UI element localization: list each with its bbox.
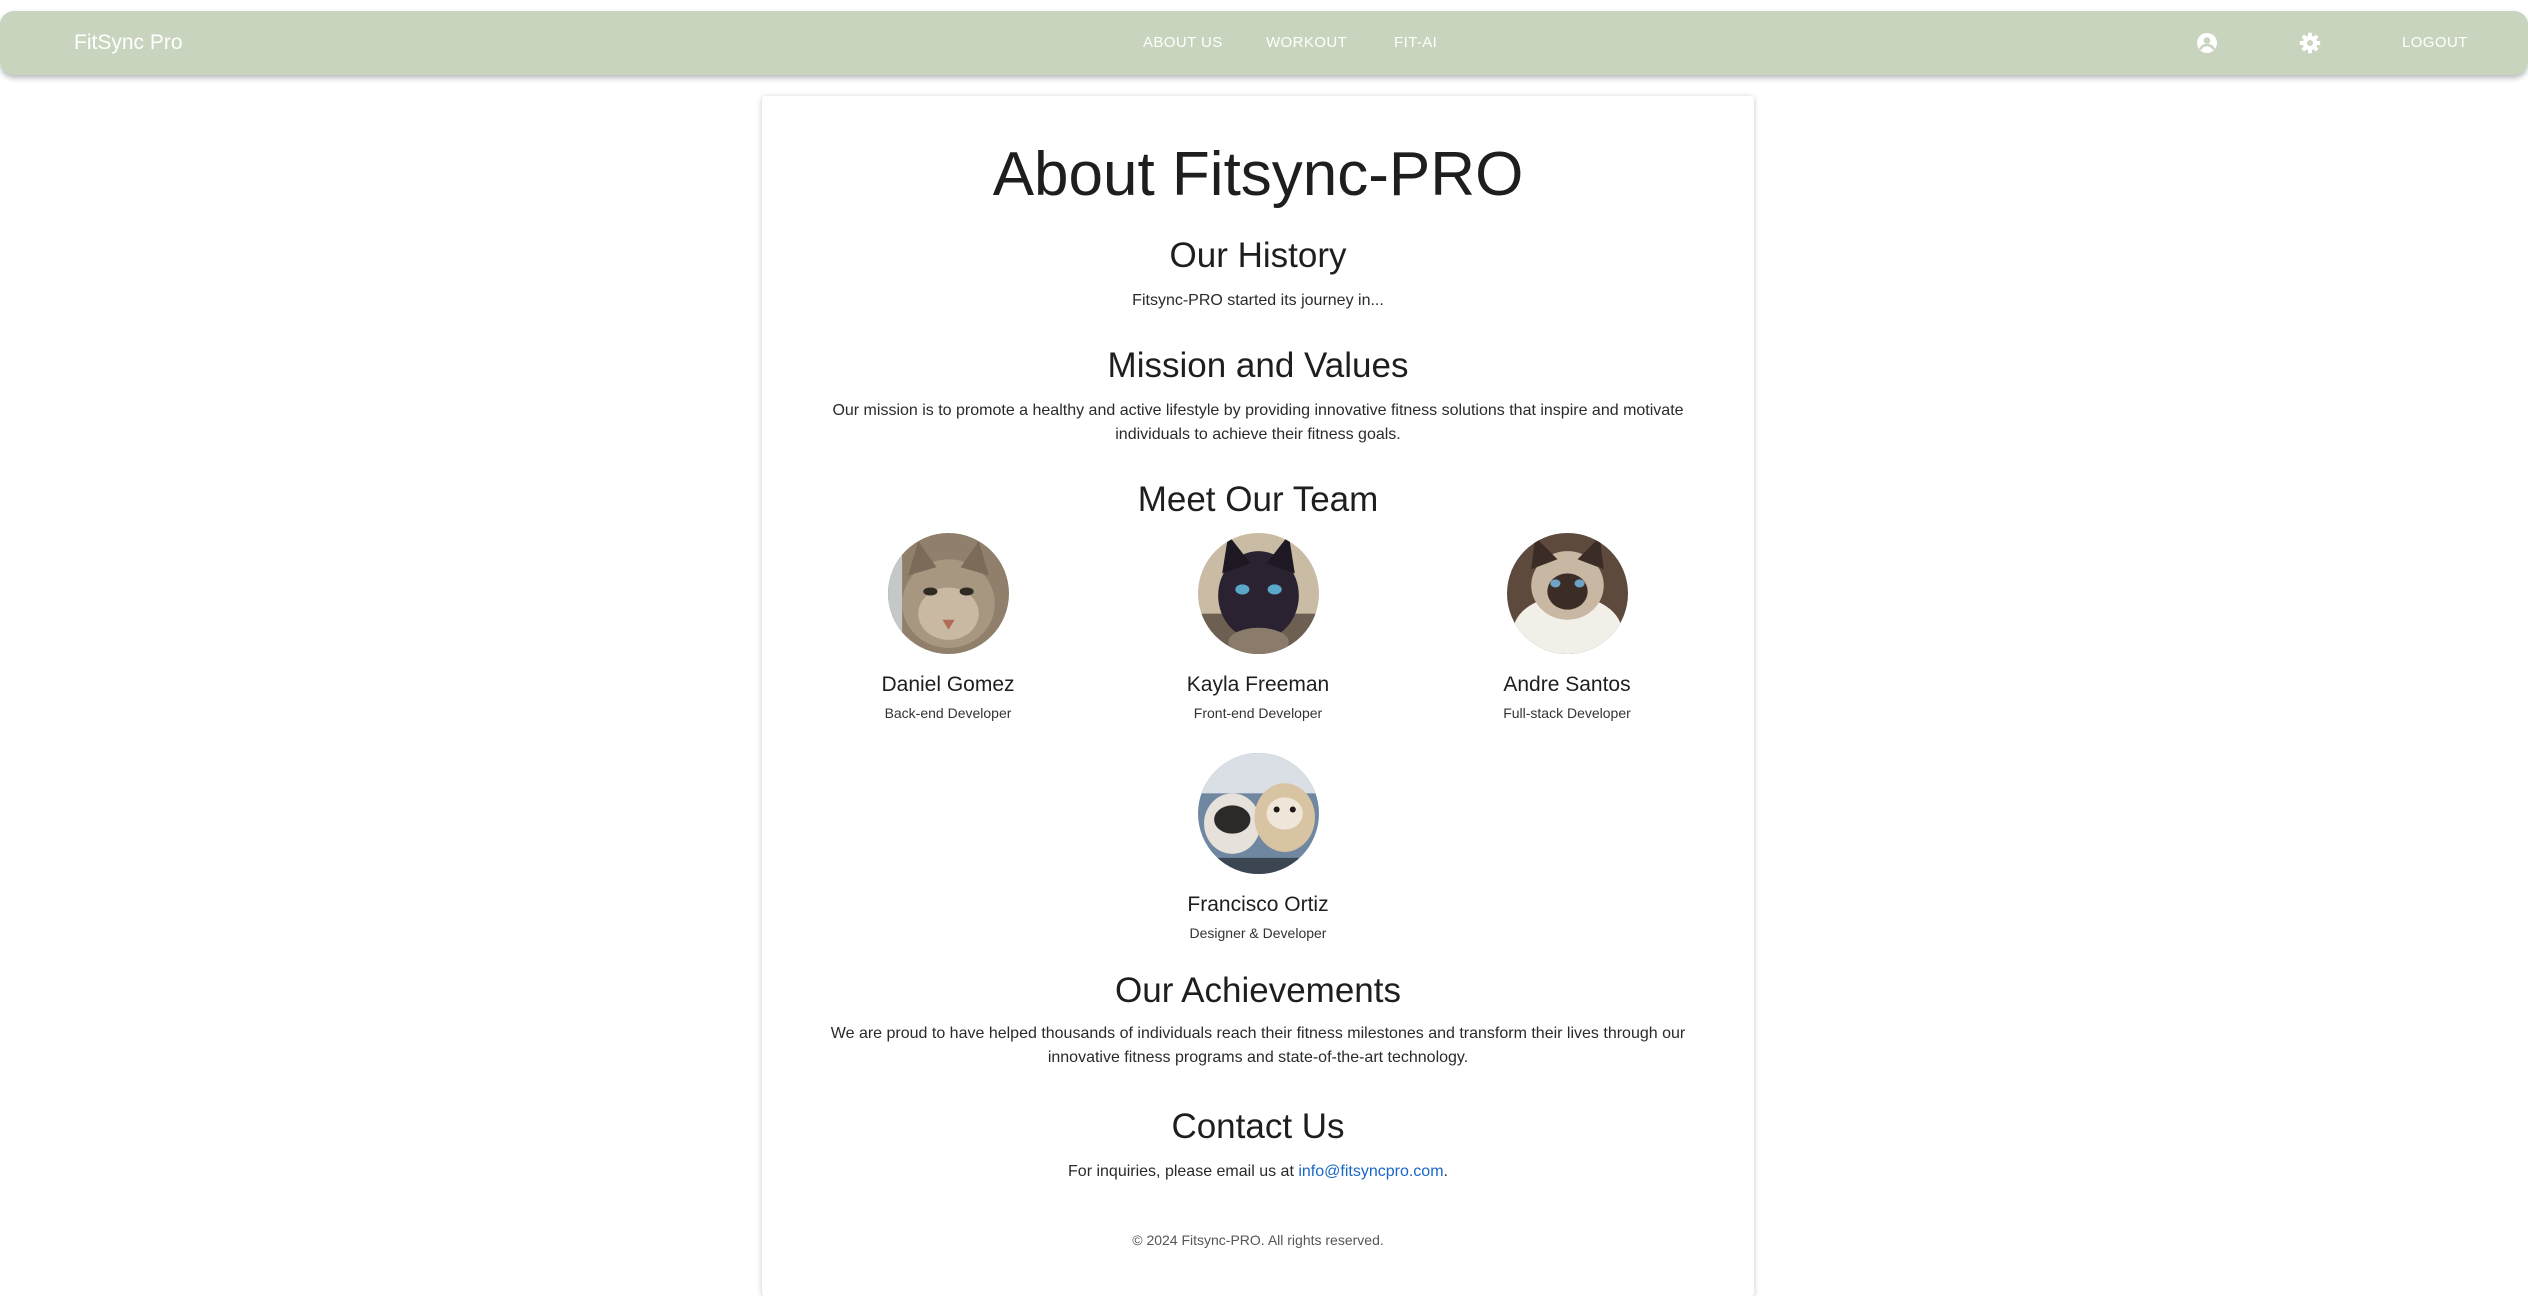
- contact-heading: Contact Us: [1171, 1107, 1345, 1146]
- email-link[interactable]: info@fitsyncpro.com: [1298, 1163, 1443, 1180]
- avatar: [887, 533, 1009, 654]
- contact-text: For inquiries, please email us at info@f…: [762, 1160, 1754, 1184]
- team-member: Kayla Freeman Front-end Developer: [1128, 533, 1388, 722]
- history-heading: Our History: [1169, 236, 1347, 275]
- top-navbar: FitSync Pro ABOUT US WORKOUT FIT-AI LOGO…: [0, 11, 2528, 75]
- achievements-text-line-2: innovative fitness programs and state-of…: [1047, 1049, 1469, 1066]
- member-role: Full-stack Developer: [1503, 705, 1631, 721]
- gear-icon[interactable]: [2298, 31, 2322, 55]
- history-text: Fitsync-PRO started its journey in...: [1132, 292, 1384, 309]
- team-heading: Meet Our Team: [1137, 480, 1379, 519]
- copyright-footer: © 2024 Fitsync-PRO. All rights reserved.: [1132, 1232, 1384, 1248]
- about-card: About Fitsync-PRO Our History Fitsync-PR…: [762, 96, 1754, 1296]
- nav-about-us[interactable]: ABOUT US: [1143, 11, 1223, 75]
- member-name: Francisco Ortiz: [1187, 893, 1329, 916]
- avatar: [1197, 533, 1319, 654]
- member-name: Daniel Gomez: [881, 673, 1015, 696]
- team-member: Daniel Gomez Back-end Developer: [818, 533, 1078, 722]
- member-role: Front-end Developer: [1193, 705, 1323, 721]
- member-role: Designer & Developer: [1189, 925, 1327, 941]
- contact-prefix: For inquiries, please email us at: [1068, 1163, 1299, 1180]
- page-title: About Fitsync-PRO: [992, 140, 1524, 209]
- account-circle-icon[interactable]: [2195, 31, 2219, 55]
- brand-logo[interactable]: FitSync Pro: [74, 11, 183, 75]
- nav-fit-ai[interactable]: FIT-AI: [1394, 11, 1437, 75]
- team-member: Andre Santos Full-stack Developer: [1437, 533, 1697, 722]
- mission-heading: Mission and Values: [1107, 346, 1409, 385]
- member-name: Kayla Freeman: [1186, 673, 1330, 696]
- nav-workout[interactable]: WORKOUT: [1266, 11, 1347, 75]
- achievements-text-line-1: We are proud to have helped thousands of…: [830, 1025, 1686, 1042]
- mission-text: Our mission is to promote a healthy and …: [762, 399, 1754, 447]
- member-role: Back-end Developer: [884, 705, 1012, 721]
- mission-text-line-2: individuals to achieve their fitness goa…: [1115, 426, 1401, 443]
- achievements-heading: Our Achievements: [1115, 971, 1401, 1010]
- avatar: [1197, 753, 1319, 874]
- member-name: Andre Santos: [1503, 673, 1631, 696]
- logout-button[interactable]: LOGOUT: [2402, 11, 2468, 75]
- mission-text-line-1: Our mission is to promote a healthy and …: [832, 402, 1684, 419]
- team-member: Francisco Ortiz Designer & Developer: [1128, 753, 1388, 942]
- avatar: [1506, 533, 1628, 654]
- achievements-text: We are proud to have helped thousands of…: [762, 1022, 1754, 1070]
- contact-suffix: .: [1443, 1163, 1448, 1180]
